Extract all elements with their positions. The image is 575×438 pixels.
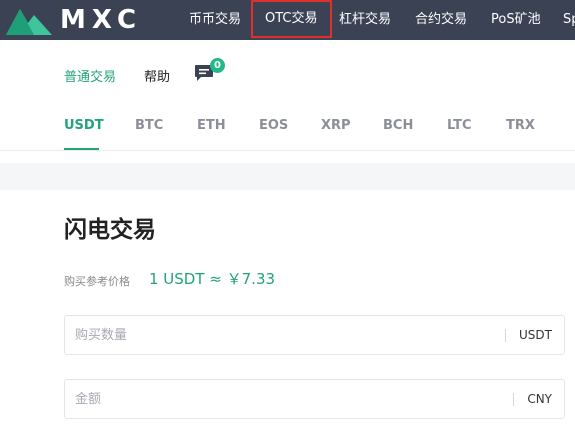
- amount-field: CNY: [64, 379, 565, 419]
- tab-trx[interactable]: TRX: [506, 118, 535, 133]
- nav-otc-trading[interactable]: OTC交易: [251, 0, 332, 38]
- amount-input[interactable]: [75, 380, 495, 418]
- page-title: 闪电交易: [64, 217, 156, 243]
- tab-eos[interactable]: EOS: [259, 118, 288, 133]
- logo-wordmark: MXC: [60, 5, 143, 35]
- tabs-divider: [0, 150, 575, 151]
- nav-margin-trading[interactable]: 杠杆交易: [339, 0, 391, 40]
- reference-price-label: 购买参考价格: [64, 275, 130, 288]
- top-navbar: MXC 币币交易 OTC交易 杠杆交易 合约交易 PoS矿池 Sp: [0, 0, 575, 40]
- tab-usdt[interactable]: USDT: [64, 118, 104, 133]
- buy-quantity-unit: USDT: [519, 328, 552, 342]
- tab-xrp[interactable]: XRP: [321, 118, 351, 133]
- sub-navigation-panel: [0, 40, 575, 163]
- nav-contract-trading[interactable]: 合约交易: [415, 0, 467, 40]
- tab-eth[interactable]: ETH: [197, 118, 226, 133]
- buy-quantity-input[interactable]: [75, 316, 495, 354]
- mxc-logo-mark-icon: [6, 9, 52, 35]
- nav-more-cutoff[interactable]: Sp: [563, 0, 575, 40]
- subnav-help[interactable]: 帮助: [144, 66, 170, 85]
- reference-price-value: 1 USDT ≈ ￥7.33: [149, 270, 276, 288]
- tab-bch[interactable]: BCH: [383, 118, 413, 133]
- subnav-normal-trading[interactable]: 普通交易: [64, 66, 116, 85]
- buy-quantity-field: USDT: [64, 315, 565, 355]
- amount-unit: CNY: [527, 392, 552, 406]
- unit-separator: [513, 393, 514, 406]
- message-count-badge: 0: [210, 58, 225, 73]
- tab-btc[interactable]: BTC: [135, 118, 163, 133]
- nav-pos-pool[interactable]: PoS矿池: [491, 0, 541, 40]
- nav-spot-trading[interactable]: 币币交易: [189, 0, 241, 40]
- tab-ltc[interactable]: LTC: [447, 118, 472, 133]
- mxc-logo[interactable]: [4, 0, 54, 40]
- unit-separator: [505, 329, 506, 342]
